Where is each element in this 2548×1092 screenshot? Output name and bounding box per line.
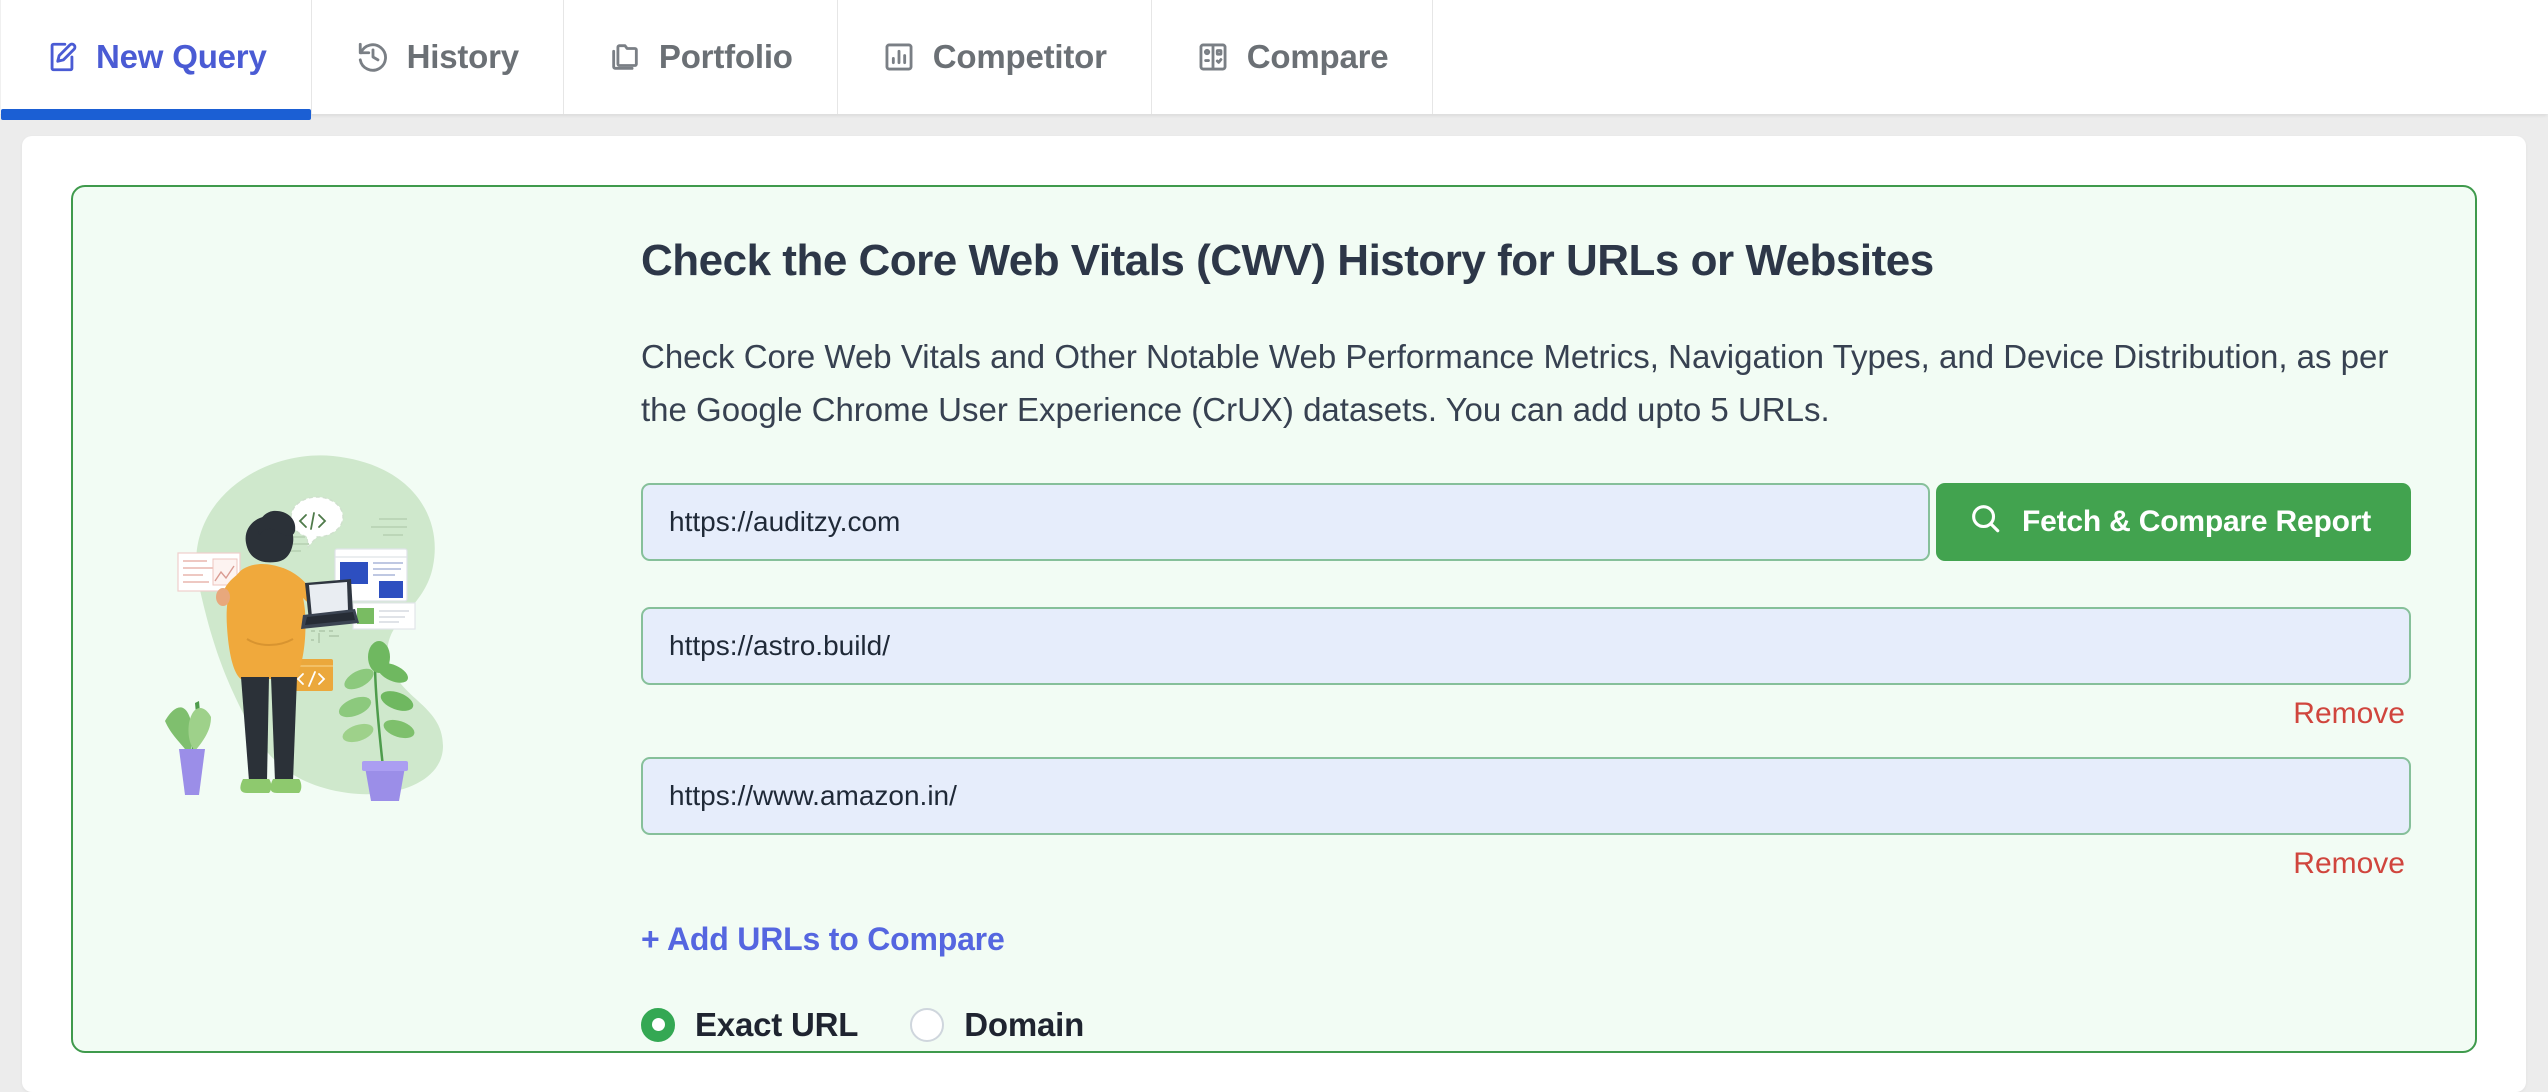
tab-label: Compare <box>1246 38 1389 75</box>
url-input-1[interactable] <box>641 482 1931 561</box>
remove-url-2-link[interactable]: Remove <box>2293 697 2405 731</box>
query-card: Check the Core Web Vitals (CWV) History … <box>71 185 2477 1053</box>
remove-url-3-link[interactable]: Remove <box>2293 847 2405 881</box>
compare-table-icon <box>1196 40 1230 74</box>
url-row-3 <box>641 756 2411 835</box>
add-urls-row: + Add URLs to Compare <box>641 881 2411 958</box>
file-edit-icon <box>45 40 79 74</box>
url-row-2 <box>641 606 2411 685</box>
remove-row-2: Remove <box>641 685 2411 731</box>
tab-new-query[interactable]: New Query <box>0 0 312 120</box>
page-body: Check the Core Web Vitals (CWV) History … <box>0 114 2548 1092</box>
url-input-3[interactable] <box>641 756 2411 835</box>
url-row-1: Fetch & Compare Report <box>641 482 2411 561</box>
tab-label: Competitor <box>932 38 1107 75</box>
fetch-button-label: Fetch & Compare Report <box>2022 504 2371 538</box>
main-tab-bar: New Query History Portfolio Competitor C… <box>0 0 2548 120</box>
tab-history[interactable]: History <box>311 0 564 114</box>
tab-label: History <box>406 38 519 75</box>
page-description: Check Core Web Vitals and Other Notable … <box>641 337 2389 429</box>
radio-domain[interactable]: Domain <box>910 1006 1084 1044</box>
tab-compare[interactable]: Compare <box>1151 0 1434 114</box>
tab-competitor[interactable]: Competitor <box>837 0 1152 114</box>
tab-label: New Query <box>96 38 267 75</box>
folder-copy-icon <box>608 40 642 74</box>
tab-portfolio[interactable]: Portfolio <box>563 0 838 114</box>
content-panel: Check the Core Web Vitals (CWV) History … <box>22 136 2526 1092</box>
remove-row-3: Remove <box>641 835 2411 881</box>
developer-illustration <box>165 455 443 801</box>
tab-label: Portfolio <box>658 38 793 75</box>
illustration-container <box>73 187 593 1051</box>
tab-bar-filler <box>1433 0 2548 114</box>
fetch-compare-report-button[interactable]: Fetch & Compare Report <box>1936 482 2411 561</box>
scope-radio-group: Exact URL Domain <box>641 1006 2411 1044</box>
clock-rotate-icon <box>356 40 390 74</box>
radio-exact-url-indicator[interactable] <box>641 1007 675 1042</box>
radio-domain-label: Domain <box>964 1005 1085 1043</box>
page-title: Check the Core Web Vitals (CWV) History … <box>641 236 1934 285</box>
search-icon <box>1968 501 2002 543</box>
add-urls-to-compare-link[interactable]: + Add URLs to Compare <box>641 921 1005 958</box>
radio-domain-indicator[interactable] <box>910 1007 945 1042</box>
url-input-2[interactable] <box>641 606 2411 685</box>
query-form: Check the Core Web Vitals (CWV) History … <box>593 187 2475 1044</box>
radio-exact-url[interactable]: Exact URL <box>641 1006 858 1044</box>
bar-chart-icon <box>882 40 916 74</box>
radio-exact-url-label: Exact URL <box>695 1005 859 1043</box>
